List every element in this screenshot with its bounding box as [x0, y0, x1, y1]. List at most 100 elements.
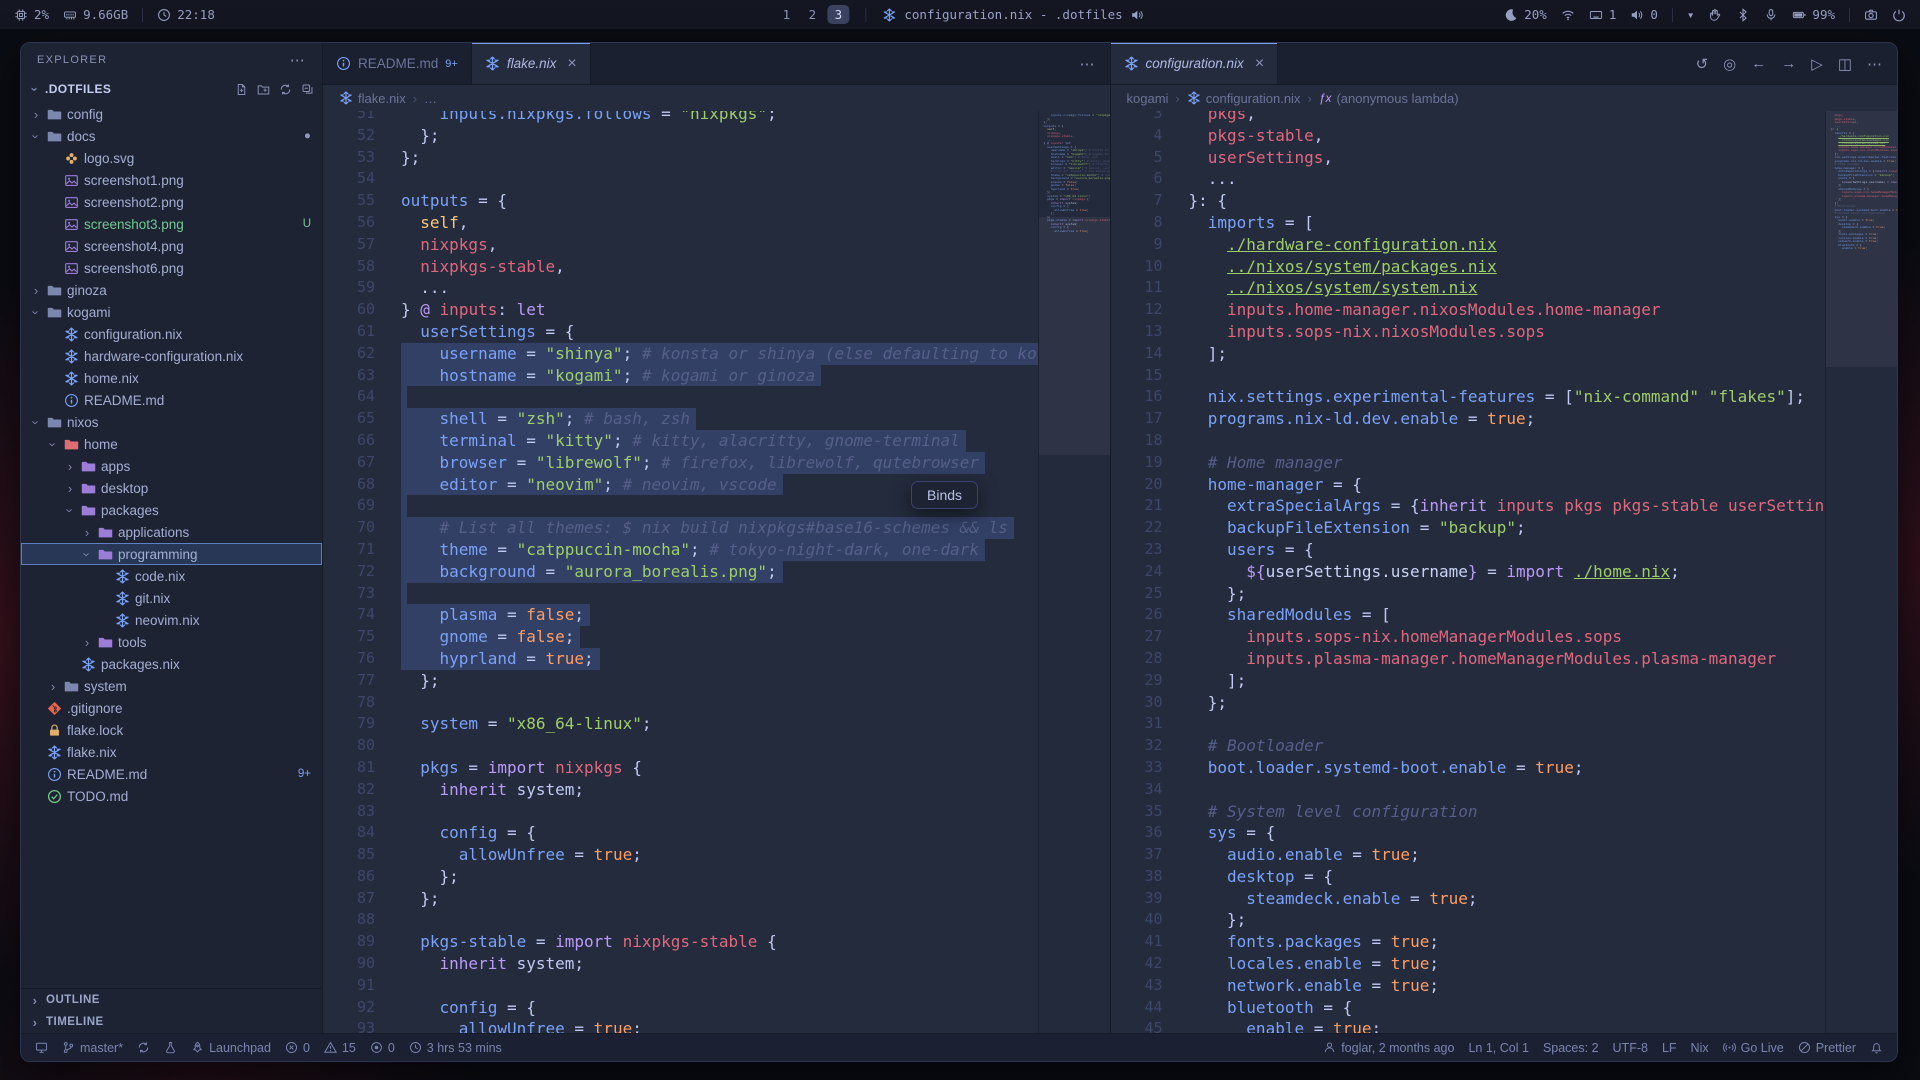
tree-item-code-nix[interactable]: code.nix — [21, 565, 322, 587]
tree-item-configuration-nix[interactable]: configuration.nix — [21, 323, 322, 345]
notifications[interactable] — [1870, 1041, 1883, 1054]
outline-section[interactable]: › OUTLINE — [21, 989, 322, 1011]
tree-item-docs[interactable]: ›docs● — [21, 125, 322, 147]
code-editor-configuration-nix[interactable]: 3 pkgs,4 pkgs-stable,5 userSettings,6 ..… — [1111, 111, 1826, 1033]
collapse-all-icon[interactable] — [301, 83, 314, 96]
memory-module[interactable]: 9.66GB — [63, 7, 128, 22]
tree-item-nixos[interactable]: ›nixos — [21, 411, 322, 433]
tree-item-packages[interactable]: ›packages — [21, 499, 322, 521]
back-icon[interactable]: ← — [1751, 55, 1766, 72]
new-file-icon[interactable] — [235, 83, 248, 96]
minimap-slider[interactable] — [1039, 217, 1110, 455]
tree-item-config[interactable]: ›config — [21, 103, 322, 125]
tree-item-flake-lock[interactable]: flake.lock — [21, 719, 322, 741]
tab-readme-md[interactable]: README.md9+ — [323, 43, 472, 84]
breadcrumb-item-configuration-nix[interactable]: configuration.nix — [1187, 91, 1301, 106]
split-icon[interactable]: ◫ — [1838, 55, 1852, 73]
tree-item-home[interactable]: ›home — [21, 433, 322, 455]
tab-configuration-nix[interactable]: configuration.nix× — [1111, 43, 1279, 84]
timeline-section[interactable]: › TIMELINE — [21, 1011, 322, 1033]
tree-item-readme-md[interactable]: README.md9+ — [21, 763, 322, 785]
screenshot-module[interactable] — [1864, 8, 1878, 22]
prettier[interactable]: Prettier — [1798, 1041, 1856, 1055]
breadcrumb-item-[interactable]: … — [424, 91, 437, 106]
tab-flake-nix[interactable]: flake.nix× — [472, 43, 591, 84]
line-text: sys = { — [1189, 822, 1276, 844]
cursor-position[interactable]: Ln 1, Col 1 — [1468, 1041, 1528, 1055]
indentation[interactable]: Spaces: 2 — [1543, 1041, 1599, 1055]
touch-module[interactable] — [1708, 8, 1722, 22]
problems-errors[interactable]: 0 — [285, 1041, 310, 1055]
clock-module[interactable]: 22:18 — [157, 7, 215, 22]
more-icon[interactable]: ⋯ — [1080, 55, 1095, 73]
launchpad[interactable]: Launchpad — [191, 1041, 271, 1055]
tree-item-screenshot6-png[interactable]: screenshot6.png — [21, 257, 322, 279]
problems-warnings[interactable]: 15 — [324, 1041, 356, 1055]
tree-item-todo-md[interactable]: TODO.md — [21, 785, 322, 807]
tree-item-neovim-nix[interactable]: neovim.nix — [21, 609, 322, 631]
workspace-button-2[interactable]: 2 — [801, 5, 823, 24]
breadcrumb-item-anonymous-lambda[interactable]: ƒx(anonymous lambda) — [1319, 91, 1459, 106]
close-icon[interactable]: × — [567, 55, 576, 73]
minimap-right[interactable]: pkgs, pkgs-stable, userSettings, ...}: {… — [1825, 111, 1897, 1033]
close-icon[interactable]: × — [1255, 55, 1264, 73]
forward-icon[interactable]: → — [1781, 55, 1796, 72]
tree-item-screenshot2-png[interactable]: screenshot2.png — [21, 191, 322, 213]
explorer-more-icon[interactable]: ⋯ — [290, 51, 306, 69]
git-sync[interactable] — [137, 1041, 150, 1054]
breadcrumb-item-kogami[interactable]: kogami — [1127, 91, 1169, 106]
remote-indicator[interactable] — [35, 1041, 48, 1054]
tree-item-readme-md[interactable]: README.md — [21, 389, 322, 411]
encoding[interactable]: UTF-8 — [1613, 1041, 1648, 1055]
power-module[interactable] — [1892, 8, 1906, 22]
more-icon[interactable]: ⋯ — [1867, 55, 1882, 73]
volume-module[interactable]: 0 — [1630, 7, 1658, 22]
keyboard-layout-module[interactable]: 1 — [1589, 7, 1617, 22]
git-branch[interactable]: master* — [62, 1041, 123, 1055]
tray-expander[interactable]: ▾ — [1687, 7, 1695, 22]
tree-item-flake-nix[interactable]: flake.nix — [21, 741, 322, 763]
wifi-module[interactable] — [1561, 8, 1575, 22]
brightness-module[interactable]: 20% — [1504, 7, 1547, 22]
tree-item-hardware-configuration-nix[interactable]: hardware-configuration.nix — [21, 345, 322, 367]
workspace-root-row[interactable]: › .DOTFILES — [21, 77, 322, 101]
refresh-icon[interactable] — [279, 83, 292, 96]
workspace-button-1[interactable]: 1 — [775, 5, 797, 24]
breadcrumb-item-flake-nix[interactable]: flake.nix — [339, 91, 406, 106]
tree-item-desktop[interactable]: ›desktop — [21, 477, 322, 499]
history-icon[interactable]: ↺ — [1696, 55, 1709, 73]
tree-item-screenshot4-png[interactable]: screenshot4.png — [21, 235, 322, 257]
ports[interactable]: 0 — [370, 1041, 395, 1055]
tree-item-gitignore[interactable]: .gitignore — [21, 697, 322, 719]
git-blame[interactable]: foglar, 2 months ago — [1323, 1041, 1454, 1055]
tree-item-ginoza[interactable]: ›ginoza — [21, 279, 322, 301]
mic-module[interactable] — [1764, 8, 1778, 22]
new-folder-icon[interactable] — [257, 83, 270, 96]
tree-item-screenshot1-png[interactable]: screenshot1.png — [21, 169, 322, 191]
eol[interactable]: LF — [1662, 1041, 1677, 1055]
tree-item-programming[interactable]: ›programming — [21, 543, 322, 565]
tree-item-apps[interactable]: ›apps — [21, 455, 322, 477]
time-tracker[interactable]: 3 hrs 53 mins — [409, 1041, 502, 1055]
cpu-module[interactable]: 2% — [14, 7, 49, 22]
code-editor-flake-nix[interactable]: 51 inputs.nixpkgs.follows = "nixpkgs";52… — [323, 111, 1038, 1033]
tree-item-screenshot3-png[interactable]: screenshot3.pngU — [21, 213, 322, 235]
tree-item-tools[interactable]: ›tools — [21, 631, 322, 653]
code-line-82: 82 inherit system; — [323, 779, 1038, 801]
battery-module[interactable]: 99% — [1792, 7, 1835, 22]
go-live[interactable]: Go Live — [1723, 1041, 1784, 1055]
run-icon[interactable]: ▷ — [1811, 55, 1823, 73]
beaker[interactable] — [164, 1041, 177, 1054]
bluetooth-module[interactable] — [1736, 8, 1750, 22]
tree-item-git-nix[interactable]: git.nix — [21, 587, 322, 609]
tree-item-applications[interactable]: ›applications — [21, 521, 322, 543]
tree-item-system[interactable]: ›system — [21, 675, 322, 697]
tree-item-packages-nix[interactable]: packages.nix — [21, 653, 322, 675]
language-mode[interactable]: Nix — [1691, 1041, 1709, 1055]
tree-item-kogami[interactable]: ›kogami — [21, 301, 322, 323]
tree-item-home-nix[interactable]: home.nix — [21, 367, 322, 389]
workspace-button-3[interactable]: 3 — [827, 5, 849, 24]
tree-item-logo-svg[interactable]: logo.svg — [21, 147, 322, 169]
compare-icon[interactable]: ◎ — [1723, 55, 1736, 73]
minimap-left[interactable]: inputs.nixpkgs.follows = "nixpkgs"; };};… — [1038, 111, 1110, 1033]
